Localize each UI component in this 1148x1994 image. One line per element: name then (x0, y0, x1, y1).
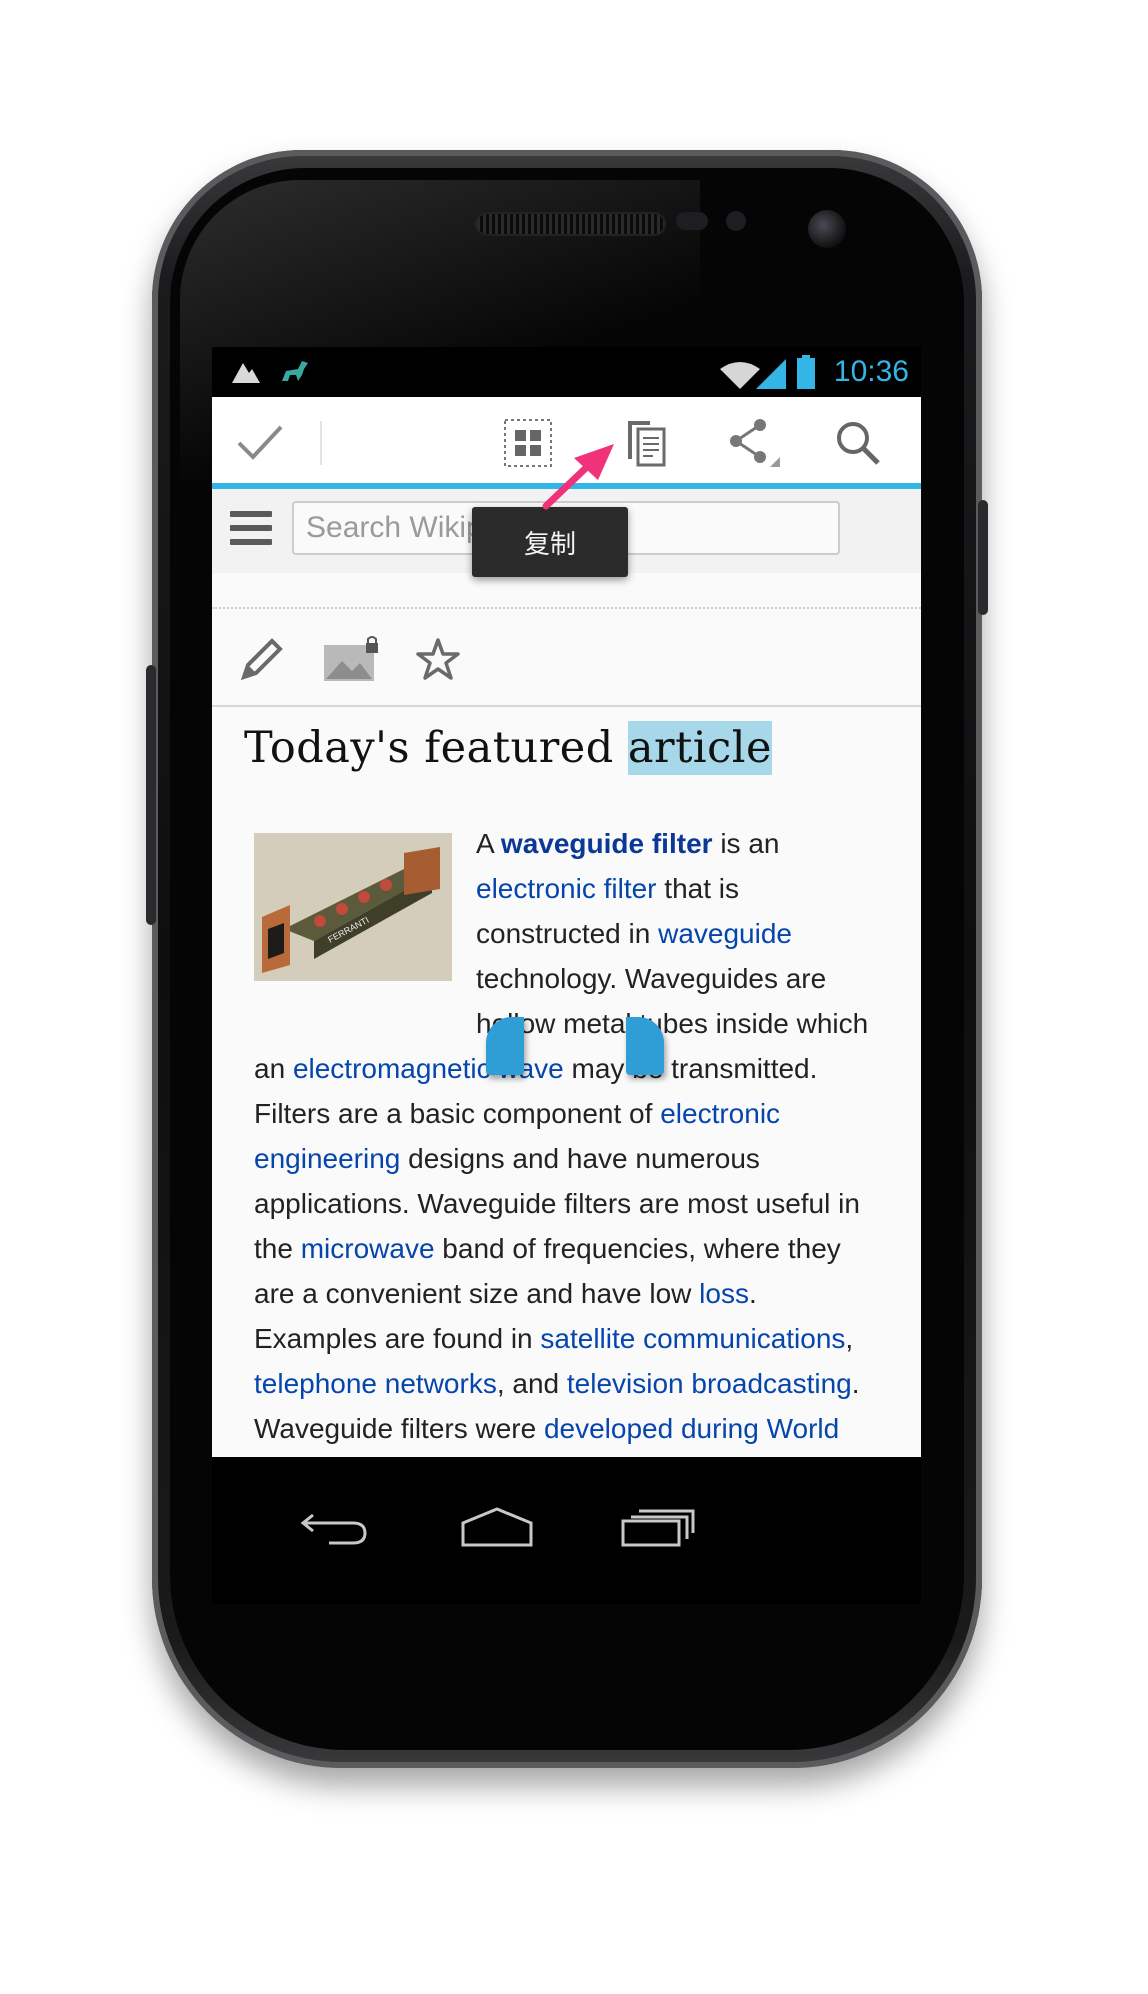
copy-button[interactable] (616, 417, 676, 469)
volume-button (146, 665, 156, 925)
find-icon (837, 422, 880, 465)
proximity-sensor (676, 212, 708, 230)
star-icon (416, 638, 460, 680)
article-link[interactable]: satellite communications (540, 1323, 845, 1354)
edit-pencil-icon (240, 638, 283, 681)
battery-icon (797, 355, 815, 389)
article-link[interactable]: microwave (301, 1233, 435, 1264)
heading-text: Today's featured (244, 723, 614, 773)
share-icon (730, 419, 780, 467)
watch-star-button[interactable] (410, 631, 466, 687)
copy-tooltip-label: 复制 (523, 529, 576, 560)
home-icon (461, 1507, 533, 1547)
waveguide-filter-picture: FERRANTI (254, 833, 452, 981)
action-bar-divider (320, 421, 322, 465)
home-button[interactable] (452, 1497, 542, 1557)
menu-icon[interactable] (230, 511, 272, 549)
earpiece-speaker (475, 212, 666, 236)
article-text-run: is an (712, 828, 780, 859)
done-button[interactable] (230, 417, 290, 469)
selected-text[interactable]: article (627, 721, 772, 775)
featured-image[interactable]: FERRANTI (254, 833, 452, 981)
article-link[interactable]: television broadcasting (567, 1368, 852, 1399)
edit-button[interactable] (234, 631, 290, 687)
done-check-icon (237, 425, 283, 460)
status-bar: 10:36 (212, 347, 921, 397)
article-text-run: A (476, 828, 501, 859)
annotation-arrow-icon (542, 444, 614, 510)
front-camera (808, 210, 846, 248)
article-text-run: , and (496, 1368, 567, 1399)
article-text-run: , (845, 1323, 854, 1354)
power-button (978, 500, 988, 615)
copy-icon (628, 421, 666, 467)
recent-apps-icon (621, 1509, 695, 1547)
recent-apps-button[interactable] (612, 1497, 702, 1557)
section-heading: Today's featured article (244, 721, 772, 775)
signal-icon (756, 359, 786, 389)
status-clock: 10:36 (833, 355, 909, 388)
article-link[interactable]: telephone networks (254, 1368, 497, 1399)
wikipedia-dino-icon (282, 361, 308, 381)
light-sensor (726, 211, 746, 231)
share-button[interactable] (724, 417, 784, 469)
article-link[interactable]: waveguide (658, 918, 792, 949)
copy-tooltip: 复制 (472, 507, 628, 577)
article-link[interactable]: electronic filter (476, 873, 657, 904)
back-icon (300, 1513, 367, 1545)
selection-handle-start[interactable] (486, 1017, 524, 1075)
article-link[interactable]: waveguide filter (501, 828, 713, 859)
find-button[interactable] (828, 417, 888, 469)
page-tools-bar (212, 609, 921, 707)
back-button[interactable] (290, 1497, 380, 1557)
article-page: Today's featured article A waveguide fil… (212, 573, 921, 1457)
image-toggle-button[interactable] (320, 631, 384, 687)
image-locked-icon (324, 636, 378, 681)
mountain-notification-icon (232, 363, 260, 383)
navigation-bar (212, 1457, 921, 1604)
article-link[interactable]: loss (699, 1278, 749, 1309)
